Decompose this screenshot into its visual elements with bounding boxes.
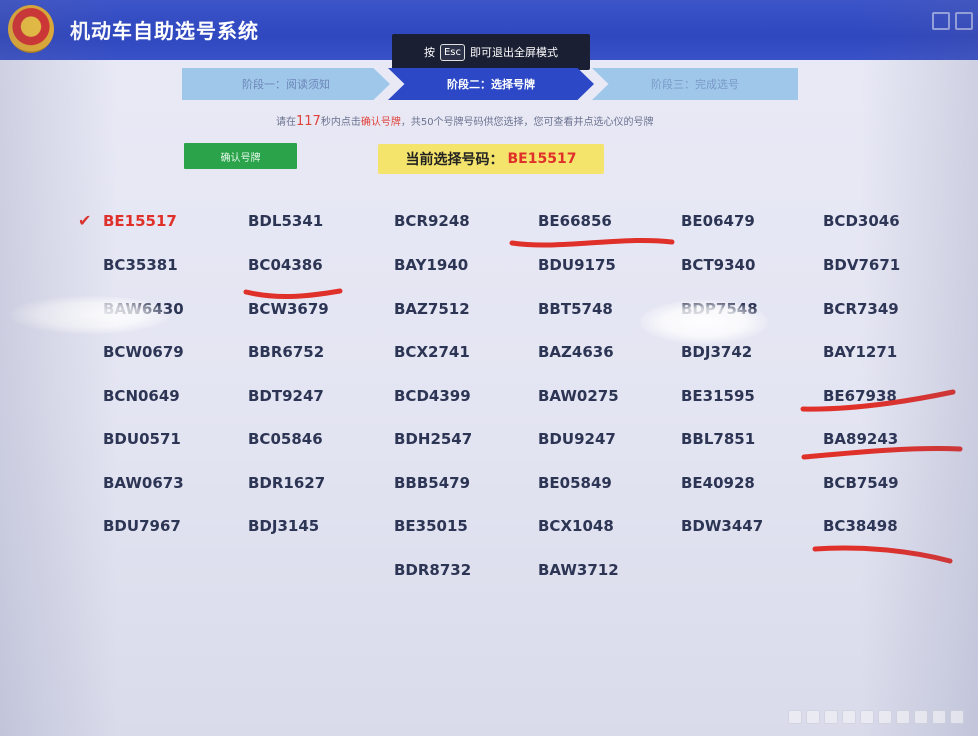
plate-option[interactable]: BC05846 <box>248 430 323 448</box>
plate-option[interactable]: BCD3046 <box>823 212 900 230</box>
plate-option[interactable]: BDH2547 <box>394 430 472 448</box>
plate-option[interactable]: BAY1940 <box>394 256 468 274</box>
plate-option[interactable]: BAW3712 <box>538 561 619 579</box>
plate-option[interactable]: BE06479 <box>681 212 755 230</box>
plate-option[interactable]: BDR8732 <box>394 561 471 579</box>
plate-option[interactable]: BDV7671 <box>823 256 900 274</box>
plate-option[interactable]: BDU9247 <box>538 430 616 448</box>
checkmark-icon: ✔ <box>78 211 92 230</box>
screen-glare <box>640 300 768 344</box>
plate-option[interactable]: BDT9247 <box>248 387 324 405</box>
plate-option[interactable]: BDR1627 <box>248 474 325 492</box>
plate-option[interactable]: BBT5748 <box>538 300 613 318</box>
fullscreen-exit-hint: 按 Esc 即可退出全屏模式 <box>392 34 590 70</box>
screen-vignette <box>0 0 978 736</box>
esc-key-icon: Esc <box>439 43 466 61</box>
plate-option[interactable]: BBB5479 <box>394 474 470 492</box>
app-screen: 机动车自助选号系统 按 Esc 即可退出全屏模式 阶段一：阅读须知 阶段二：选择… <box>0 0 978 736</box>
app-title: 机动车自助选号系统 <box>70 19 259 43</box>
current-selection-box: 当前选择号码： BE15517 <box>378 144 604 174</box>
plate-option[interactable]: BDU0571 <box>103 430 181 448</box>
plate-option[interactable]: BC04386 <box>248 256 323 274</box>
plate-option[interactable]: BCD4399 <box>394 387 471 405</box>
plate-option[interactable]: BAW0275 <box>538 387 619 405</box>
confirm-plate-button[interactable]: 确认号牌 <box>184 143 297 169</box>
red-underline-annotations <box>243 238 963 564</box>
instruction-action: 确认号牌 <box>360 117 401 128</box>
plate-option[interactable]: BE31595 <box>681 387 755 405</box>
step-finish: 阶段三：完成选号 <box>592 68 798 100</box>
plate-option[interactable]: BE40928 <box>681 474 755 492</box>
plate-option[interactable]: BCR7349 <box>823 300 899 318</box>
plate-option[interactable]: BBR6752 <box>248 343 324 361</box>
step-choose-plate: 阶段二：选择号牌 <box>388 68 594 100</box>
window-restore-icon[interactable] <box>932 12 950 30</box>
plate-option[interactable]: BAW0673 <box>103 474 184 492</box>
underline-BC04386 <box>243 288 343 300</box>
instruction-middle: 秒内点击 <box>320 117 361 128</box>
plate-option[interactable]: BDL5341 <box>248 212 323 230</box>
countdown-seconds: 117 <box>296 114 321 129</box>
window-close-icon[interactable] <box>955 12 973 30</box>
plate-option[interactable]: BCX2741 <box>394 343 470 361</box>
plate-option[interactable]: BAZ4636 <box>538 343 614 361</box>
current-selection-value: BE15517 <box>507 151 577 167</box>
instruction-before: 请在 <box>276 117 296 128</box>
plate-option[interactable]: BBL7851 <box>681 430 755 448</box>
plate-option[interactable]: BCR9248 <box>394 212 470 230</box>
plate-option[interactable]: BAZ7512 <box>394 300 470 318</box>
plate-option[interactable]: BCB7549 <box>823 474 899 492</box>
underline-BA89243 <box>801 446 963 460</box>
plate-option[interactable]: BDU9175 <box>538 256 616 274</box>
instruction-after: ，共50个号牌号码供您选择，您可查看并点选心仪的号牌 <box>400 117 654 128</box>
plate-option[interactable]: BCT9340 <box>681 256 755 274</box>
watermark <box>764 710 964 728</box>
instruction-text: 请在117秒内点击确认号牌，共50个号牌号码供您选择，您可查看并点选心仪的号牌 <box>276 113 654 129</box>
plate-option[interactable]: BDW3447 <box>681 517 763 535</box>
plate-option[interactable]: BE66856 <box>538 212 612 230</box>
plate-option[interactable]: BDU7967 <box>103 517 181 535</box>
current-selection-label: 当前选择号码： <box>405 152 504 168</box>
underline-BC38498 <box>812 545 953 564</box>
police-emblem-icon <box>8 5 54 53</box>
underline-BE66856 <box>509 238 675 248</box>
screen-glare <box>10 296 170 334</box>
plate-option[interactable]: BCW3679 <box>248 300 329 318</box>
plate-option[interactable]: BE35015 <box>394 517 468 535</box>
plate-option[interactable]: BDJ3145 <box>248 517 319 535</box>
plate-option[interactable]: BA89243 <box>823 430 898 448</box>
step-read-notice: 阶段一：阅读须知 <box>182 68 390 100</box>
plate-option[interactable]: BC35381 <box>103 256 178 274</box>
plate-option[interactable]: BE05849 <box>538 474 612 492</box>
plate-option[interactable]: BE67938 <box>823 387 897 405</box>
esc-hint-prefix: 按 <box>423 46 435 59</box>
plate-option[interactable]: BCW0679 <box>103 343 184 361</box>
plate-option[interactable]: BC38498 <box>823 517 898 535</box>
plate-option[interactable]: BAY1271 <box>823 343 897 361</box>
esc-hint-text: 即可退出全屏模式 <box>470 46 559 59</box>
plate-option[interactable]: BCX1048 <box>538 517 614 535</box>
plate-option[interactable]: BDJ3742 <box>681 343 752 361</box>
plate-option[interactable]: BE15517 <box>103 212 177 230</box>
plate-option[interactable]: BCN0649 <box>103 387 180 405</box>
